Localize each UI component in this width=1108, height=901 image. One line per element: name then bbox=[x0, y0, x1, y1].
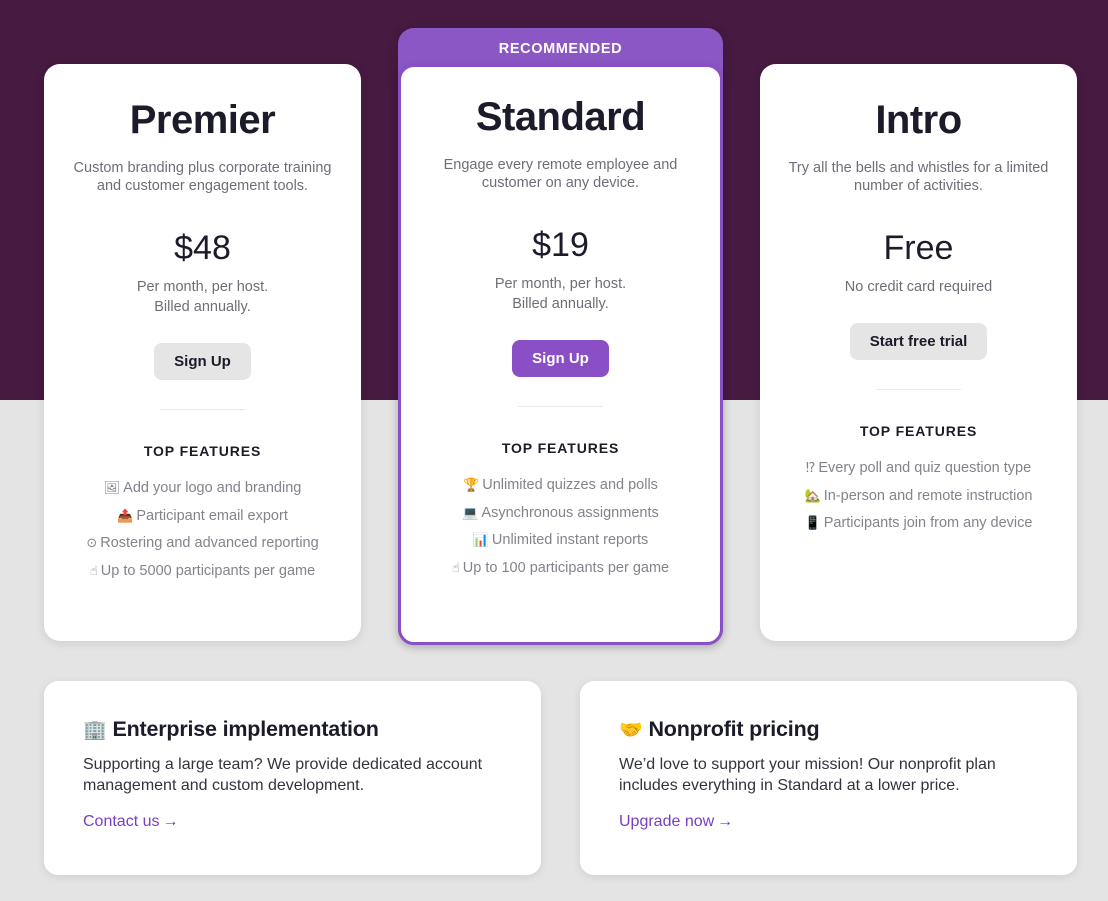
feature-label: Up to 5000 participants per game bbox=[100, 562, 316, 579]
house-with-garden-icon: 🏡 bbox=[804, 488, 821, 504]
plan-card-intro: Intro Try all the bells and whistles for… bbox=[760, 64, 1077, 641]
upgrade-now-label: Upgrade now bbox=[619, 813, 715, 830]
plan-price: $19 bbox=[532, 226, 589, 264]
info-card-enterprise: 🏢 Enterprise implementation Supporting a … bbox=[44, 681, 541, 875]
plan-name: Standard bbox=[475, 95, 646, 139]
feature-item: 🏆 Unlimited quizzes and polls bbox=[401, 472, 720, 500]
info-card-body: Supporting a large team? We provide dedi… bbox=[83, 756, 483, 794]
feature-label: Every poll and quiz question type bbox=[818, 460, 1032, 476]
feature-label: Rostering and advanced reporting bbox=[100, 535, 319, 551]
handshake-icon: 🤝 bbox=[619, 719, 643, 741]
features-list-intro: ⁉ Every poll and quiz question type 🏡 In-pe… bbox=[760, 455, 1077, 538]
plan-tagline: Custom branding plus corporate training … bbox=[73, 160, 332, 194]
info-card-title-text: Nonprofit pricing bbox=[648, 717, 820, 741]
feature-item: 🏡 In-person and remote instruction bbox=[760, 483, 1077, 511]
upgrade-now-link[interactable]: Upgrade now → bbox=[619, 813, 733, 831]
contact-us-label: Contact us bbox=[83, 813, 160, 830]
index-pointing-up-icon: ☝ bbox=[89, 563, 98, 579]
plan-tagline: Engage every remote employee and custome… bbox=[443, 157, 678, 191]
divider bbox=[518, 406, 603, 407]
info-card-nonprofit: 🤝 Nonprofit pricing We’d love to support … bbox=[580, 681, 1077, 875]
info-card-body: We’d love to support your mission! Our n… bbox=[619, 756, 996, 794]
plan-price: $48 bbox=[174, 229, 231, 267]
office-building-icon: 🏢 bbox=[83, 719, 107, 741]
feature-item: 📤 Participant email export bbox=[44, 503, 361, 531]
plan-card-standard-wrapper: RECOMMENDED Standard Engage every remote… bbox=[398, 28, 723, 645]
feature-label: Participant email export bbox=[136, 507, 288, 524]
plan-name: Premier bbox=[129, 98, 276, 142]
mobile-phone-icon: 📱 bbox=[804, 516, 821, 531]
signup-button-premier[interactable]: Sign Up bbox=[154, 343, 251, 380]
feature-item: ☝ Up to 100 participants per game bbox=[401, 555, 720, 583]
plan-price-note: Per month, per host. Billed annually. bbox=[494, 276, 627, 312]
record-icon: ⊙ bbox=[86, 536, 98, 551]
feature-label: Participants join from any device bbox=[823, 515, 1033, 531]
feature-item: 📊 Unlimited instant reports bbox=[401, 527, 720, 555]
plan-price: Free bbox=[883, 229, 954, 267]
feature-item: ⊙ Rostering and advanced reporting bbox=[44, 530, 361, 558]
plan-name: Intro bbox=[875, 98, 962, 142]
trophy-icon: 🏆 bbox=[463, 478, 480, 493]
feature-item: 💻 Asynchronous assignments bbox=[401, 500, 720, 528]
info-card-title: 🏢 Enterprise implementation bbox=[83, 717, 502, 742]
feature-label: Up to 100 participants per game bbox=[462, 559, 670, 576]
features-heading: TOP FEATURES bbox=[859, 423, 978, 439]
plan-price-note: No credit card required bbox=[844, 279, 993, 295]
feature-item: ⁉ Every poll and quiz question type bbox=[760, 455, 1077, 483]
laptop-icon: 💻 bbox=[462, 505, 479, 521]
features-list-premier: 🖼 Add your logo and branding 📤 Participant … bbox=[44, 475, 361, 585]
feature-label: In-person and remote instruction bbox=[823, 487, 1033, 504]
bar-chart-icon: 📊 bbox=[472, 533, 489, 548]
plan-card-standard: Standard Engage every remote employee an… bbox=[398, 64, 723, 645]
divider bbox=[876, 389, 961, 390]
feature-item: ☝ Up to 5000 participants per game bbox=[44, 558, 361, 586]
arrow-right-icon: → bbox=[717, 813, 734, 830]
features-heading: TOP FEATURES bbox=[143, 443, 262, 459]
feature-label: Unlimited quizzes and polls bbox=[482, 477, 658, 493]
feature-label: Asynchronous assignments bbox=[481, 504, 659, 521]
framed-picture-icon: 🖼 bbox=[103, 481, 121, 496]
info-card-title: 🤝 Nonprofit pricing bbox=[619, 717, 1038, 742]
features-heading: TOP FEATURES bbox=[501, 440, 620, 456]
info-card-title-text: Enterprise implementation bbox=[112, 717, 379, 741]
exclamation-question-icon: ⁉ bbox=[805, 461, 816, 476]
feature-label: Unlimited instant reports bbox=[491, 532, 649, 548]
contact-us-link[interactable]: Contact us → bbox=[83, 813, 178, 831]
feature-label: Add your logo and branding bbox=[123, 480, 302, 496]
features-list-standard: 🏆 Unlimited quizzes and polls 💻 Asynchronou… bbox=[401, 472, 720, 582]
start-free-trial-button[interactable]: Start free trial bbox=[849, 323, 988, 360]
feature-item: 🖼 Add your logo and branding bbox=[44, 475, 361, 503]
divider bbox=[160, 409, 245, 410]
plan-card-premier: Premier Custom branding plus corporate t… bbox=[44, 64, 361, 641]
plan-price-note: Per month, per host. Billed annually. bbox=[136, 279, 269, 315]
signup-button-standard[interactable]: Sign Up bbox=[512, 340, 609, 377]
index-pointing-up-icon: ☝ bbox=[451, 560, 460, 576]
plan-tagline: Try all the bells and whistles for a lim… bbox=[788, 160, 1049, 194]
outbox-tray-icon: 📤 bbox=[117, 508, 134, 524]
feature-item: 📱 Participants join from any device bbox=[760, 510, 1077, 538]
arrow-right-icon: → bbox=[162, 813, 179, 830]
